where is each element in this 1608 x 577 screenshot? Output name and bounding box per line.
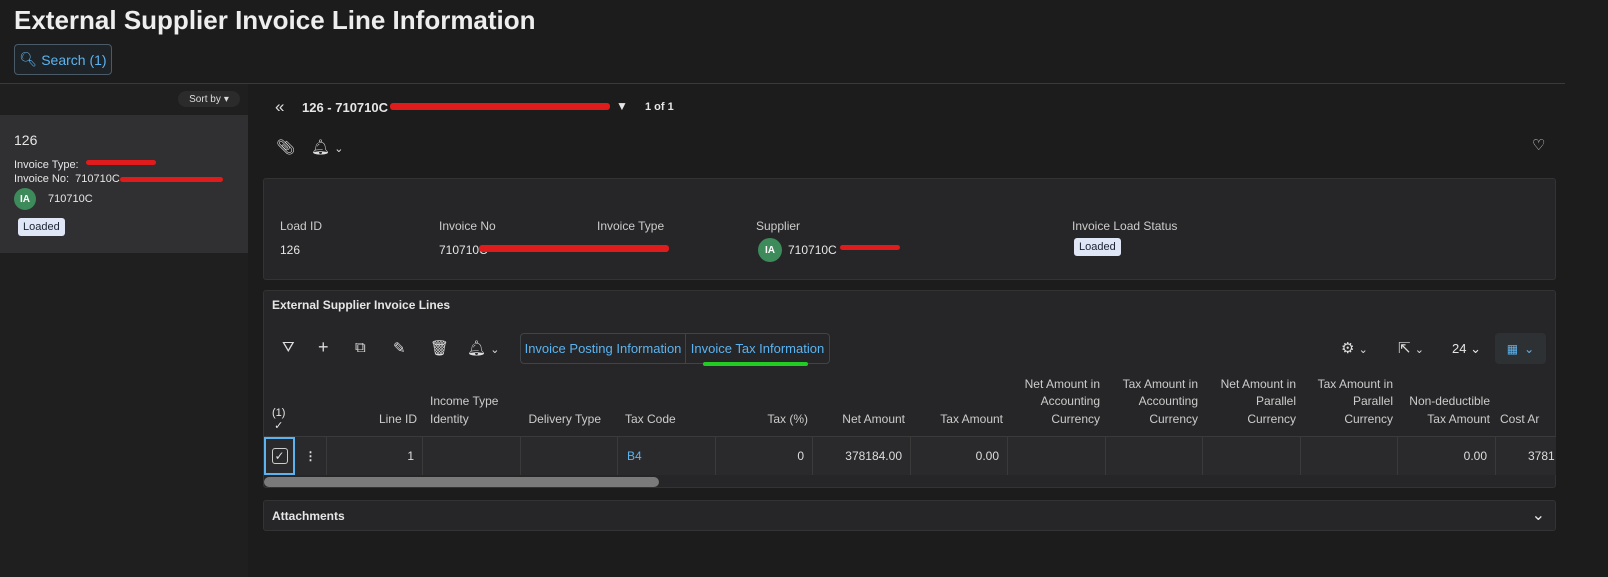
cell-tax-amount-par: [1301, 437, 1398, 475]
duplicate-icon[interactable]: ⧉: [355, 339, 366, 356]
bell-icon[interactable]: 🔔︎ ⌄: [311, 138, 343, 156]
cell-net-amount-par: [1203, 437, 1301, 475]
column-header[interactable]: Tax Amount in Accounting Currency: [1106, 376, 1198, 429]
favorite-heart-icon[interactable]: ♡: [1532, 136, 1545, 154]
invoice-tax-information-button[interactable]: Invoice Tax Information: [686, 334, 829, 363]
field-value[interactable]: 710710C: [788, 243, 837, 257]
card-invoice-type-label: Invoice Type:: [14, 159, 79, 171]
add-icon[interactable]: +: [318, 337, 329, 358]
avatar: IA: [758, 238, 782, 262]
export-icon[interactable]: ⇱ ⌄: [1398, 339, 1424, 357]
card-id: 126: [14, 132, 38, 148]
field-label: Supplier: [756, 219, 801, 233]
column-header[interactable]: Net Amount: [813, 411, 905, 429]
horizontal-scrollbar[interactable]: [264, 477, 659, 487]
header-panel: Load ID 126 Invoice No 710710C Invoice T…: [263, 178, 1556, 280]
search-icon: 🔍︎: [19, 51, 38, 67]
filter-icon[interactable]: ⛛: [282, 339, 295, 356]
column-header[interactable]: Tax Code: [625, 411, 705, 429]
row-checkbox[interactable]: ✓: [264, 437, 295, 475]
search-label: Search (1): [41, 51, 107, 68]
search-button[interactable]: 🔍︎ Search (1): [14, 44, 112, 75]
paperclip-icon[interactable]: 📎︎: [276, 138, 295, 156]
cell-tax-code-link[interactable]: B4: [618, 437, 716, 475]
field-value: 126: [280, 243, 301, 257]
avatar: IA: [14, 188, 36, 210]
selected-count-text: (1): [272, 407, 286, 419]
page-title: External Supplier Invoice Line Informati…: [14, 5, 536, 35]
list-item[interactable]: 126 Invoice Type: Invoice No: 710710C IA…: [0, 115, 248, 253]
column-header[interactable]: Tax Amount: [911, 411, 1003, 429]
edit-icon[interactable]: ✎: [393, 339, 406, 357]
tab-group: Invoice Posting Information Invoice Tax …: [520, 333, 830, 364]
column-header[interactable]: Line ID: [327, 411, 417, 429]
cell-cost-amount: 3781: [1496, 437, 1556, 475]
collapse-panel-icon[interactable]: «: [275, 97, 284, 117]
check-icon: ✓: [274, 420, 284, 432]
row-menu-kebab-icon[interactable]: ⋮: [295, 437, 327, 475]
attachments-panel[interactable]: Attachments ⌄: [263, 500, 1556, 531]
section-title: Attachments: [272, 509, 345, 523]
column-header[interactable]: Delivery Type: [521, 411, 601, 429]
cell-net-amount-acc: [1008, 437, 1106, 475]
column-header[interactable]: Tax Amount in Parallel Currency: [1301, 376, 1393, 429]
cell-income-type: [423, 437, 521, 475]
section-title: External Supplier Invoice Lines: [272, 298, 451, 312]
highlight-underline: [703, 362, 808, 366]
field-label: Invoice Load Status: [1072, 219, 1178, 233]
selected-count: (1) ✓: [272, 407, 285, 432]
checkbox-checked-icon: ✓: [271, 448, 288, 464]
sort-label: Sort by: [189, 93, 221, 105]
column-header[interactable]: Net Amount in Accounting Currency: [1008, 376, 1100, 429]
view-mode-button[interactable]: ▦ ⌄: [1495, 333, 1546, 364]
cell-delivery-type: [521, 437, 618, 475]
delete-icon[interactable]: 🗑︎: [430, 339, 449, 357]
card-supplier: 710710C: [48, 193, 93, 205]
sort-by-button[interactable]: Sort by ▾: [178, 91, 240, 107]
field-label: Invoice No: [439, 219, 496, 233]
record-dropdown-icon[interactable]: ▼: [616, 99, 628, 113]
page-size-select[interactable]: 24 ⌄: [1452, 341, 1481, 357]
status-badge: Loaded: [1074, 238, 1121, 256]
column-header[interactable]: Tax (%): [716, 411, 808, 429]
cell-line-id: 1: [327, 437, 423, 475]
card-invoice-no-label: Invoice No:: [14, 173, 70, 185]
table-grid-icon: ▦: [1506, 341, 1519, 356]
column-header[interactable]: Cost Ar: [1500, 411, 1560, 429]
chevron-down-icon[interactable]: ⌄: [1532, 505, 1545, 525]
bell-icon[interactable]: 🔔︎ ⌄: [467, 339, 499, 357]
cell-tax-amount: 0.00: [911, 437, 1008, 475]
page-size-value: 24: [1452, 341, 1467, 356]
column-header[interactable]: Non-deductible Tax Amount: [1398, 393, 1490, 428]
cell-tax-percent: 0: [716, 437, 813, 475]
status-badge: Loaded: [18, 218, 65, 236]
invoice-posting-information-button[interactable]: Invoice Posting Information: [521, 334, 686, 363]
field-label: Load ID: [280, 219, 323, 233]
column-header[interactable]: Income Type Identity: [430, 393, 515, 428]
record-title: 126 - 710710C: [302, 100, 389, 115]
column-header[interactable]: Net Amount in Parallel Currency: [1210, 376, 1296, 429]
pager: 1 of 1: [645, 101, 674, 113]
cell-tax-amount-acc: [1106, 437, 1203, 475]
cell-net-amount: 378184.00: [813, 437, 911, 475]
cell-non-deductible: 0.00: [1398, 437, 1496, 475]
settings-gear-icon[interactable]: ⚙ ⌄: [1341, 339, 1368, 357]
field-label: Invoice Type: [597, 219, 665, 233]
caret-down-icon: ▾: [223, 93, 229, 105]
card-invoice-no: 710710C: [75, 173, 120, 185]
